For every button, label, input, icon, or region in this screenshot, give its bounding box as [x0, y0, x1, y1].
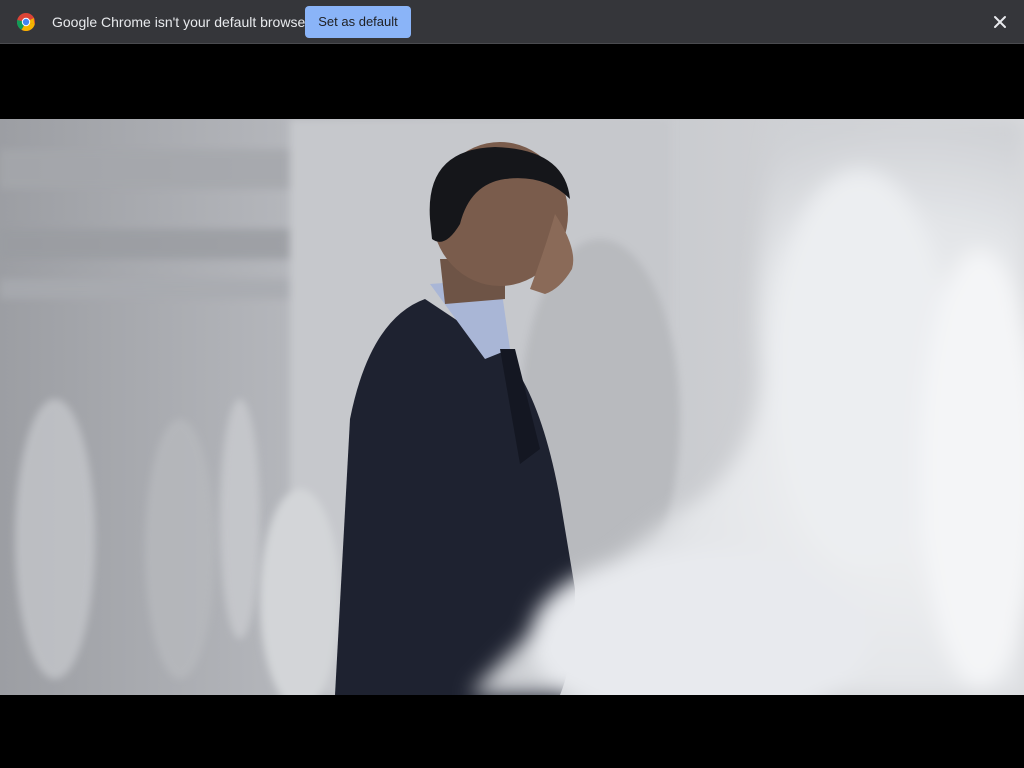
close-icon[interactable] [989, 11, 1011, 33]
chrome-logo-icon [16, 13, 35, 32]
default-browser-infobar: Google Chrome isn't your default browser… [0, 0, 1024, 44]
page-viewport [0, 45, 1024, 768]
infobar-message: Google Chrome isn't your default browser [52, 14, 310, 30]
set-as-default-button[interactable]: Set as default [305, 6, 411, 38]
video-player[interactable] [0, 119, 1024, 695]
